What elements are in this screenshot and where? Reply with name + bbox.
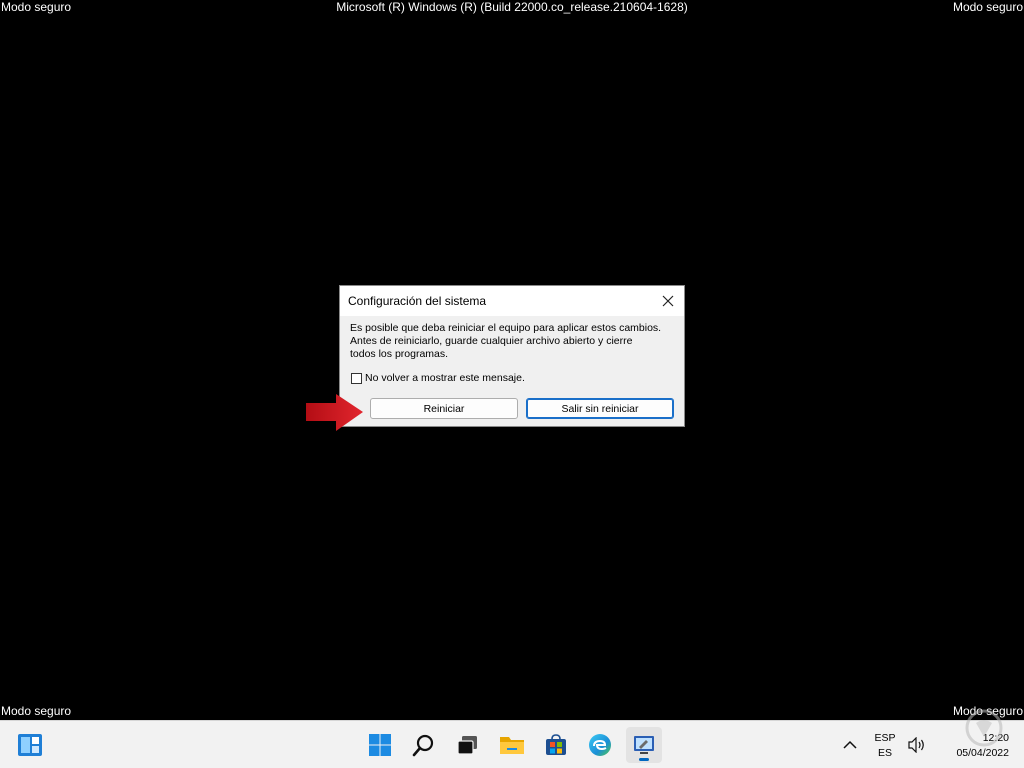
edge-button[interactable] [582,727,618,763]
close-button[interactable] [652,286,684,316]
safe-mode-label-bottom-left: Modo seguro [1,704,72,718]
dialog-titlebar[interactable]: Configuración del sistema [340,286,684,316]
dont-show-again-label: No volver a mostrar este mensaje. [365,372,525,384]
keyboard-layout-code: ES [877,747,892,759]
site-watermark-logo [965,709,1003,747]
chevron-up-icon [843,740,857,749]
red-arrow-annotation [306,394,363,431]
search-icon [412,734,434,757]
dialog-message-line: Es posible que deba reiniciar el equipo … [350,322,662,334]
volume-button[interactable] [901,727,933,763]
dialog-message-line: todos los programas. [350,348,449,360]
file-explorer-icon [500,737,524,754]
search-button[interactable] [406,727,442,763]
close-icon [662,295,674,307]
dont-show-again-checkbox[interactable] [351,372,362,384]
system-config-taskbar-button[interactable] [626,727,662,763]
dont-show-again-row[interactable]: No volver a mostrar este mensaje. [351,372,525,384]
widgets-icon [18,734,42,756]
active-app-indicator [639,758,649,761]
dialog-message-line: Antes de reiniciarlo, guarde cualquier a… [350,335,633,347]
file-explorer-button[interactable] [494,727,530,763]
system-config-icon [634,736,654,754]
start-button[interactable] [362,727,398,763]
input-language-indicator[interactable]: ESP ES [871,731,899,761]
build-info-label: Microsoft (R) Windows (R) (Build 22000.c… [336,0,688,14]
edge-icon [589,734,611,756]
dialog-title: Configuración del sistema [348,294,487,308]
task-view-icon [457,736,477,755]
desktop: Modo seguro Microsoft (R) Windows (R) (B… [0,0,1024,720]
exit-without-restart-button[interactable]: Salir sin reiniciar [526,398,674,419]
system-configuration-dialog: Configuración del sistema Es posible que… [339,285,685,427]
taskbar: ESP ES 12:20 05/04/2022 [0,720,1024,768]
task-view-button[interactable] [450,727,486,763]
store-button[interactable] [538,727,574,763]
restart-button[interactable]: Reiniciar [370,398,518,419]
speaker-icon [908,737,924,753]
dialog-message: Es posible que deba reiniciar el equipo … [350,322,670,361]
store-icon [546,734,566,755]
language-code: ESP [874,732,896,744]
show-hidden-icons-button[interactable] [834,727,866,763]
widgets-button[interactable] [12,727,48,763]
start-icon [369,734,391,756]
safe-mode-label-top-right: Modo seguro [952,0,1023,14]
